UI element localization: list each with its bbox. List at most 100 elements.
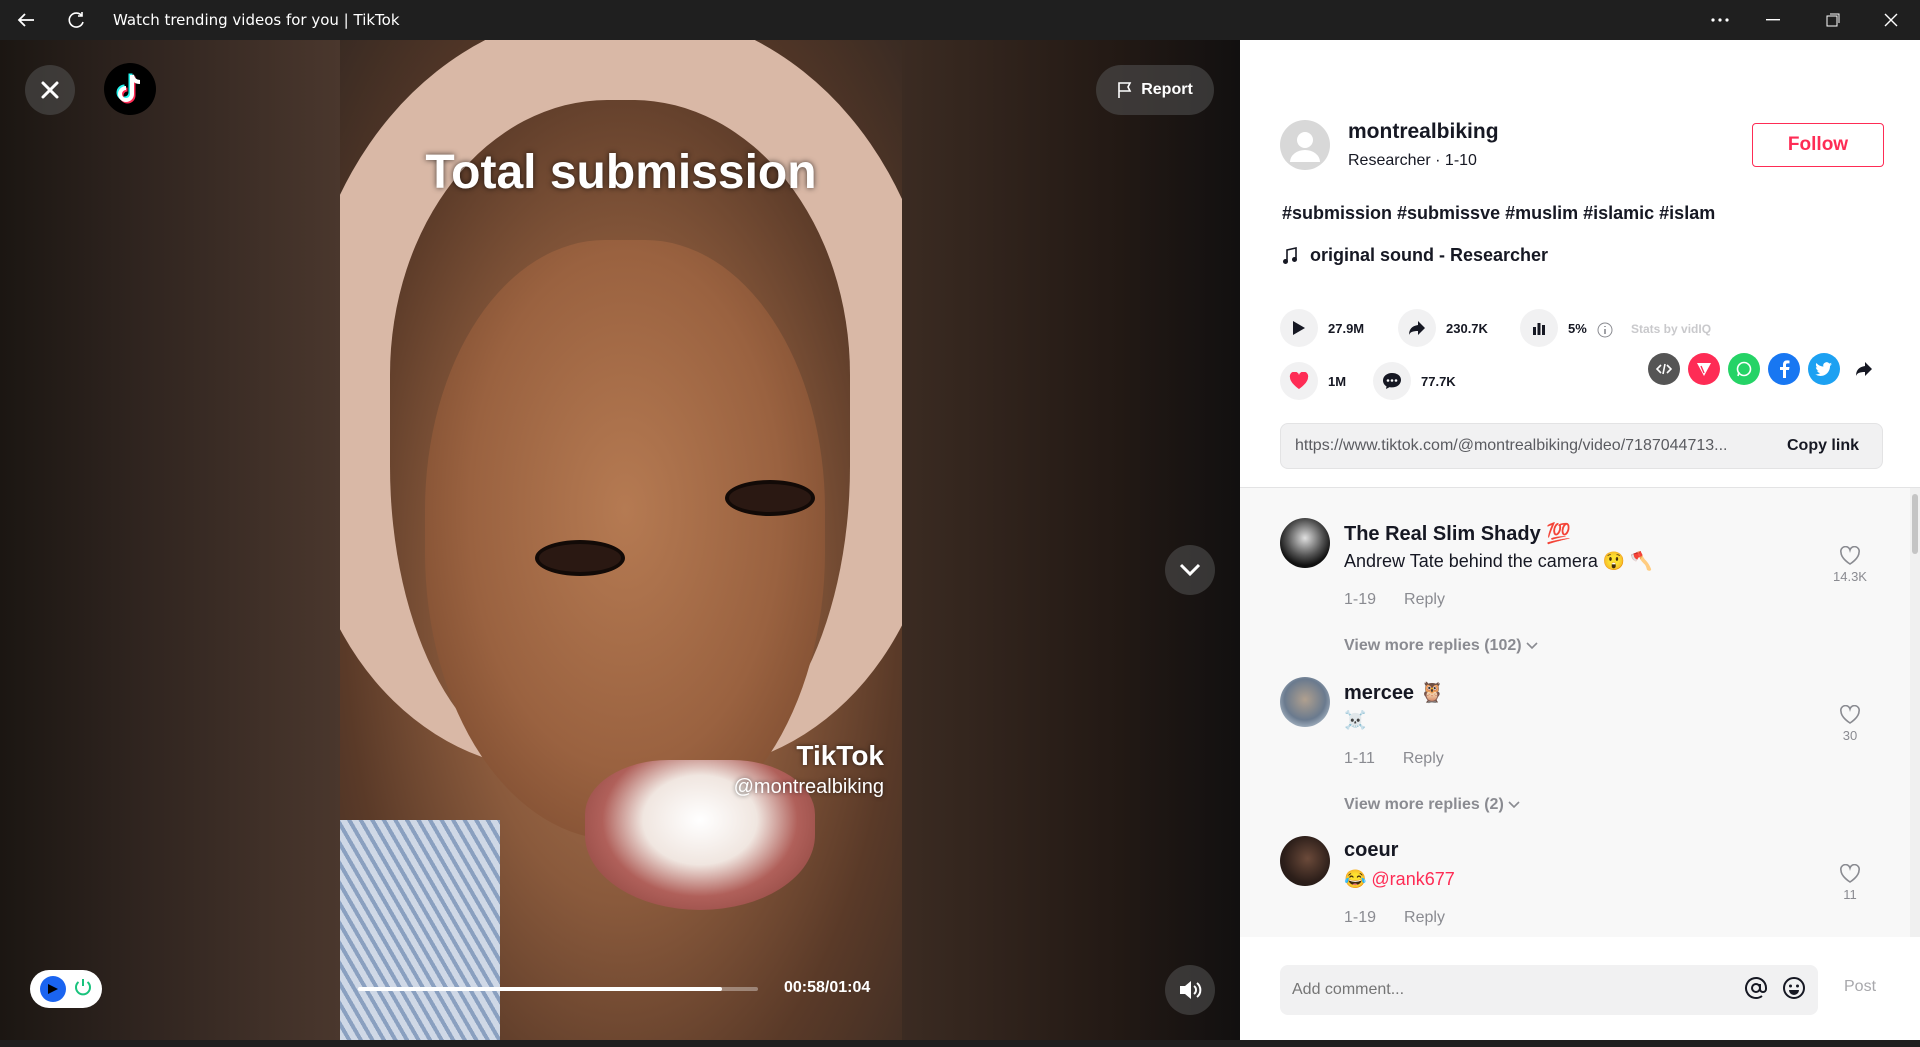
taskbar-edge — [0, 1040, 1920, 1047]
embed-code-icon[interactable] — [1648, 353, 1680, 385]
send-to-friends-icon[interactable] — [1688, 353, 1720, 385]
comment-meta: 1-19 Reply — [1344, 909, 1445, 927]
commenter-avatar[interactable] — [1280, 677, 1330, 727]
video-frame-eye — [535, 540, 625, 576]
video-url[interactable]: https://www.tiktok.com/@montrealbiking/v… — [1281, 437, 1764, 455]
facebook-icon[interactable] — [1768, 353, 1800, 385]
commenter-avatar[interactable] — [1280, 518, 1330, 568]
sound-title: original sound - Researcher — [1310, 245, 1549, 265]
vidiq-logo-icon — [39, 976, 66, 1002]
tiktok-logo-button[interactable] — [104, 63, 156, 115]
chevron-down-icon — [1179, 563, 1201, 577]
comment-date: 1-11 — [1344, 750, 1375, 767]
chevron-down-icon — [1508, 801, 1520, 809]
copy-link-button[interactable]: Copy link — [1764, 437, 1882, 455]
author-avatar[interactable] — [1280, 120, 1330, 170]
comment-date: 1-19 — [1344, 591, 1377, 608]
watermark-username: @montrealbiking — [733, 776, 884, 798]
tiktok-watermark: TikTok @montrealbiking — [734, 740, 884, 799]
vidiq-extension-toggle[interactable] — [30, 970, 102, 1008]
info-icon[interactable] — [1597, 322, 1613, 343]
comment-list: The Real Slim Shady 💯 Andrew Tate behind… — [1240, 487, 1920, 937]
video-frame-eye — [725, 480, 815, 516]
sound-link[interactable]: original sound - Researcher — [1282, 245, 1548, 266]
shares-stat: 230.7K — [1398, 309, 1488, 347]
comment-like[interactable]: 14.3K — [1830, 545, 1870, 584]
comment-bubble-icon — [1373, 362, 1411, 400]
heart-outline-icon — [1840, 545, 1860, 565]
comment-like[interactable]: 11 — [1830, 863, 1870, 902]
bar-chart-icon — [1520, 309, 1558, 347]
chevron-down-icon — [1526, 642, 1538, 650]
comments-count: 77.7K — [1421, 373, 1456, 389]
restore-icon[interactable] — [1810, 0, 1856, 40]
reply-button[interactable]: Reply — [1403, 750, 1444, 768]
video-stage: Total submission TikTok @montrealbiking … — [0, 40, 1240, 1040]
comment-text: Andrew Tate behind the camera 😲 🪓 — [1344, 551, 1653, 571]
share-icon — [1398, 309, 1436, 347]
comment-meta: 1-19 Reply — [1344, 591, 1445, 609]
emoji-icon[interactable] — [1782, 976, 1806, 1005]
whatsapp-icon[interactable] — [1728, 353, 1760, 385]
view-more-replies[interactable]: View more replies (2) — [1344, 796, 1520, 814]
commenter-name[interactable]: mercee 🦉 — [1344, 680, 1445, 705]
view-more-replies-label: View more replies (2) — [1344, 796, 1504, 813]
comment-like[interactable]: 30 — [1830, 704, 1870, 743]
report-button[interactable]: Report — [1096, 65, 1214, 115]
follow-button[interactable]: Follow — [1752, 123, 1884, 167]
comments-stat[interactable]: 77.7K — [1373, 362, 1456, 400]
back-arrow-icon[interactable] — [3, 0, 49, 40]
mention-icon[interactable] — [1744, 976, 1768, 1005]
video-overlay-text: Total submission — [425, 146, 817, 199]
more-options-icon[interactable] — [1697, 0, 1743, 40]
likes-stat[interactable]: 1M — [1280, 362, 1346, 400]
music-note-icon — [1283, 246, 1297, 264]
close-icon — [41, 81, 59, 99]
video-link-box: https://www.tiktok.com/@montrealbiking/v… — [1280, 423, 1883, 469]
comment-text: 😂 @rank677 — [1344, 869, 1455, 889]
commenter-name[interactable]: coeur — [1344, 839, 1398, 862]
heart-outline-icon — [1840, 704, 1860, 724]
report-label: Report — [1141, 81, 1193, 98]
comment-like-count: 14.3K — [1833, 569, 1867, 584]
video-progress-fill — [358, 987, 722, 991]
title-bar: Watch trending videos for you | TikTok — [0, 0, 1920, 40]
video-details-panel: montrealbiking Researcher · 1-10 Follow … — [1240, 40, 1920, 1040]
reply-button[interactable]: Reply — [1404, 909, 1445, 927]
twitter-icon[interactable] — [1808, 353, 1840, 385]
author-subtitle: Researcher · 1-10 — [1348, 152, 1477, 169]
reply-button[interactable]: Reply — [1404, 591, 1445, 609]
commenter-name[interactable]: The Real Slim Shady 💯 — [1344, 521, 1571, 546]
scrollbar-thumb[interactable] — [1912, 494, 1918, 554]
post-button[interactable]: Post — [1844, 978, 1876, 996]
next-video-button[interactable] — [1165, 545, 1215, 595]
comment-composer — [1280, 965, 1818, 1015]
add-comment-input[interactable] — [1292, 981, 1744, 999]
comment-like-count: 30 — [1842, 728, 1858, 743]
close-video-button[interactable] — [25, 65, 75, 115]
comment-date: 1-19 — [1344, 909, 1377, 926]
shares-count: 230.7K — [1446, 320, 1488, 336]
comment-scrollbar[interactable] — [1910, 488, 1920, 937]
close-window-icon[interactable] — [1868, 0, 1914, 40]
commenter-avatar[interactable] — [1280, 836, 1330, 886]
share-arrow-icon[interactable] — [1848, 353, 1880, 385]
video-timecode: 00:58/01:04 — [784, 979, 871, 996]
speaker-icon — [1180, 981, 1202, 999]
tiktok-logo-icon — [116, 73, 141, 104]
author-username[interactable]: montrealbiking — [1348, 120, 1499, 144]
plays-stat: 27.9M — [1280, 309, 1364, 347]
video-player[interactable]: Total submission TikTok @montrealbiking … — [340, 40, 902, 1040]
watermark-logo: TikTok — [796, 740, 884, 771]
refresh-icon[interactable] — [53, 0, 99, 40]
view-more-replies[interactable]: View more replies (102) — [1344, 637, 1538, 655]
power-icon[interactable] — [73, 977, 93, 1002]
minimize-icon[interactable] — [1750, 0, 1796, 40]
video-caption[interactable]: #submission #submissve #muslim #islamic … — [1282, 203, 1715, 224]
volume-button[interactable] — [1165, 965, 1215, 1015]
heart-outline-icon — [1840, 863, 1860, 883]
video-progress-bar[interactable] — [358, 987, 758, 991]
comment-text: ☠️ — [1344, 710, 1367, 730]
plays-count: 27.9M — [1328, 320, 1365, 336]
blurred-backdrop-right — [902, 40, 1240, 1040]
